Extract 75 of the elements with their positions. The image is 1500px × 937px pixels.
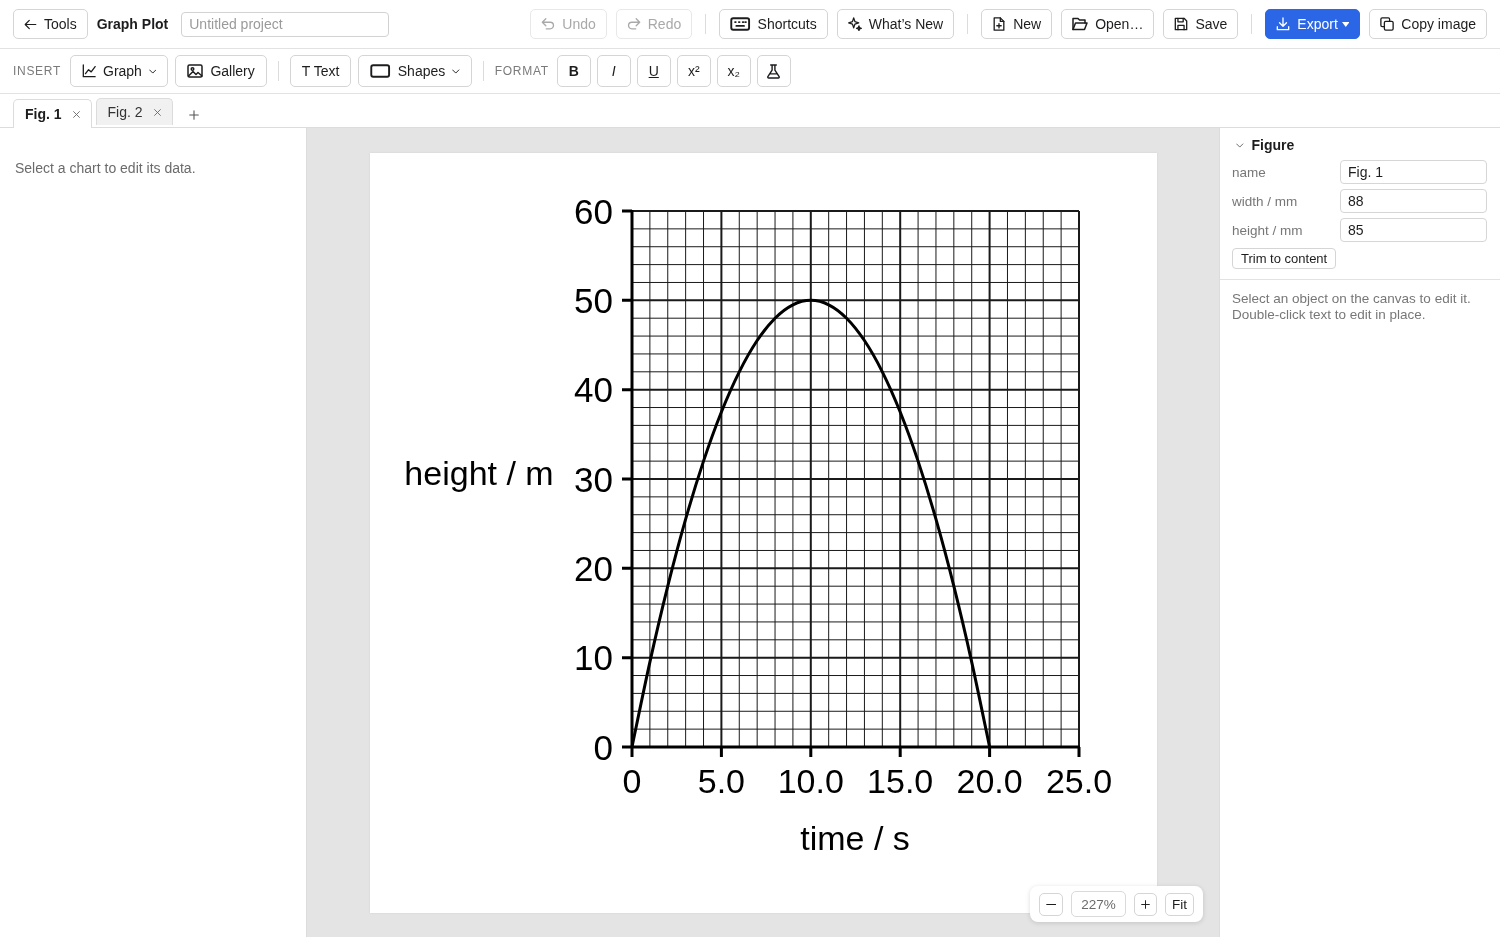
y-tick-label: 20 <box>573 548 613 588</box>
copy-button[interactable]: Copy image <box>1369 9 1487 39</box>
x-tick-label: 15.0 <box>866 762 933 800</box>
x-tick-label: 0 <box>622 762 641 800</box>
graph-button[interactable]: Graph <box>70 55 169 87</box>
redo-icon <box>626 17 641 31</box>
shortcuts-button[interactable]: Shortcuts <box>719 9 828 39</box>
sparkle-icon <box>847 17 862 31</box>
section-title: Figure <box>1251 137 1295 153</box>
shapes-button[interactable]: Shapes <box>358 55 472 87</box>
property-field[interactable]: 88 <box>1340 189 1487 213</box>
flask-button[interactable] <box>756 55 791 87</box>
save-icon <box>1174 17 1189 31</box>
undo-icon <box>541 17 556 31</box>
figure-tab[interactable]: Fig. 2 <box>95 98 173 125</box>
flask-icon <box>766 63 782 79</box>
y-tick-label: 30 <box>573 459 613 499</box>
y-tick-label: 60 <box>573 191 613 231</box>
chevron-down-icon <box>148 68 157 74</box>
format-label: FORMAT <box>494 64 549 78</box>
text-button[interactable]: T Text <box>289 55 352 87</box>
underline-button[interactable]: U <box>636 55 671 87</box>
x-tick-label: 10.0 <box>777 762 844 800</box>
figure-tab[interactable]: Fig. 1 <box>13 99 92 128</box>
x-tick-label: 25.0 <box>1045 762 1112 800</box>
copy-icon <box>1380 17 1395 31</box>
bold-button[interactable]: B <box>556 55 591 87</box>
fit-button[interactable]: Fit <box>1165 892 1194 916</box>
keyboard-icon <box>730 17 751 31</box>
close-icon <box>153 108 161 116</box>
plus-icon <box>1141 899 1150 909</box>
back-button[interactable]: Tools <box>13 9 88 39</box>
superscript-button[interactable]: x² <box>676 55 711 87</box>
property-field[interactable]: Fig. 1 <box>1340 160 1487 184</box>
project-name-field[interactable]: Untitled project <box>181 11 390 37</box>
app-title: Graph Plot <box>96 16 169 32</box>
zoom-level-field[interactable]: 227% <box>1071 891 1126 917</box>
gallery-button[interactable]: Gallery <box>175 55 267 87</box>
data-panel-hint: Select a chart to edit its data. <box>15 160 197 177</box>
help-text: Select an object on the canvas to edit it. Double-click text to edit in place. <box>1231 290 1472 324</box>
italic-button[interactable]: I <box>596 55 631 87</box>
field-label: width / mm <box>1232 193 1299 209</box>
x-tick-label: 5.0 <box>697 762 745 800</box>
plus-icon <box>188 110 199 120</box>
x-tick-label: 20.0 <box>956 762 1023 800</box>
rectangle-icon <box>370 64 391 78</box>
insert-label: INSERT <box>13 64 61 78</box>
x-axis-title: time / s <box>799 819 910 857</box>
field-label: name <box>1232 164 1267 180</box>
y-tick-label: 10 <box>573 638 613 678</box>
y-tick-label: 50 <box>573 280 613 320</box>
folder-icon <box>1072 17 1089 31</box>
zoom-in-button[interactable] <box>1134 892 1157 916</box>
open-button[interactable]: Open… <box>1061 9 1155 39</box>
y-tick-label: 40 <box>573 370 613 410</box>
chevron-down-icon <box>452 68 460 74</box>
arrow-left-icon <box>24 17 37 31</box>
subscript-button[interactable]: x₂ <box>716 55 751 87</box>
trim-to-content-button[interactable]: Trim to content <box>1232 248 1337 269</box>
line-chart-icon <box>82 64 96 78</box>
caret-icon <box>1341 21 1350 27</box>
save-button[interactable]: Save <box>1163 9 1239 39</box>
whats-new-button[interactable]: What’s New <box>836 9 955 39</box>
new-button[interactable]: New <box>981 9 1053 39</box>
y-tick-label: 0 <box>593 727 613 767</box>
minus-icon <box>1045 902 1056 906</box>
close-icon <box>72 110 80 118</box>
property-field[interactable]: 85 <box>1340 218 1487 242</box>
field-label: height / mm <box>1232 222 1304 238</box>
y-axis-title: height / m <box>403 454 554 492</box>
new-file-icon <box>992 17 1007 31</box>
image-icon <box>187 64 204 78</box>
download-icon <box>1276 17 1291 31</box>
add-tab-button[interactable] <box>188 110 199 120</box>
export-button[interactable]: Export <box>1265 9 1361 39</box>
